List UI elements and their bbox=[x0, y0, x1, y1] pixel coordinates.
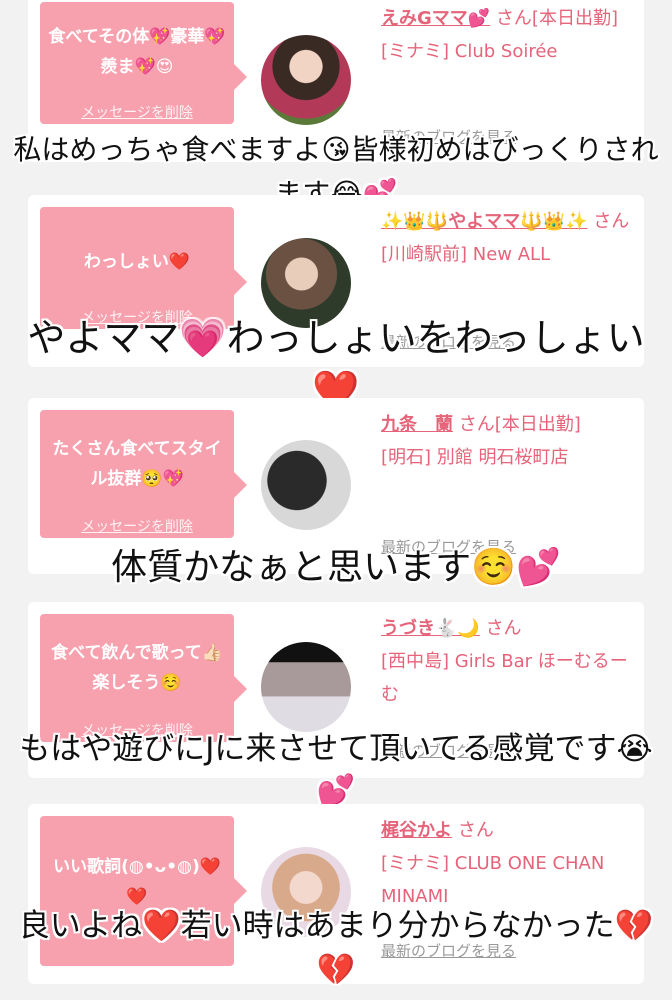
shop-name[interactable]: [ミナミ] CLUB ONE CHAN MINAMI bbox=[381, 853, 604, 907]
user-info: 梶谷かよ さん [ミナミ] CLUB ONE CHAN MINAMI bbox=[381, 814, 636, 913]
message-text: いい歌詞(◍•ᴗ•◍)❤️❤️ bbox=[53, 857, 221, 907]
shop-name[interactable]: [川崎駅前] New ALL bbox=[381, 244, 550, 265]
caption: 良いよね❤️若い時はあまり分からなかった💔💔 bbox=[18, 908, 654, 988]
user-status: さん bbox=[593, 211, 630, 232]
message-bubble: たくさん食べてスタイル抜群🥺💖 メッセージを削除 bbox=[40, 410, 247, 538]
shop-name[interactable]: [ミナミ] Club Soirée bbox=[381, 41, 557, 62]
message-bubble: わっしょい❤️ メッセージを削除 bbox=[40, 207, 247, 329]
user-status: さん bbox=[457, 820, 494, 841]
shop-name[interactable]: [明石] 別館 明石桜町店 bbox=[381, 447, 569, 468]
user-name-link[interactable]: ✨👑🔱やよママ🔱👑✨ bbox=[381, 211, 587, 232]
message-text: 食べて飲んで歌って👍🏻楽しそう☺️ bbox=[51, 643, 223, 693]
message-bubble: 食べてその体💖豪華💖羨ま💖😍 メッセージを削除 bbox=[40, 2, 247, 124]
delete-message-link[interactable]: メッセージを削除 bbox=[40, 102, 234, 122]
message-text: わっしょい❤️ bbox=[83, 252, 191, 272]
user-status: さん[本日出勤] bbox=[458, 414, 581, 435]
user-info: ✨👑🔱やよママ🔱👑✨ さん [川崎駅前] New ALL bbox=[381, 205, 636, 271]
user-name-link[interactable]: 九条 蘭 bbox=[381, 414, 453, 435]
user-info: 九条 蘭 さん[本日出勤] [明石] 別館 明石桜町店 bbox=[381, 408, 636, 474]
delete-message-link[interactable]: メッセージを削除 bbox=[40, 516, 234, 536]
avatar[interactable] bbox=[261, 440, 351, 530]
message-bubble: 食べて飲んで歌って👍🏻楽しそう☺️ メッセージを削除 bbox=[40, 614, 247, 742]
user-info: えみGママ💕 さん[本日出勤] [ミナミ] Club Soirée bbox=[381, 2, 636, 68]
avatar[interactable] bbox=[261, 642, 351, 732]
message-text: 食べてその体💖豪華💖羨ま💖😍 bbox=[48, 27, 226, 77]
caption: 体質かなぁと思います☺️💕 bbox=[111, 547, 561, 588]
avatar[interactable] bbox=[261, 35, 351, 125]
user-name-link[interactable]: うづき🐇🌙 bbox=[381, 618, 480, 639]
user-name-link[interactable]: えみGママ💕 bbox=[381, 8, 490, 29]
user-name-link[interactable]: 梶谷かよ bbox=[381, 820, 452, 841]
shop-name[interactable]: [西中島] Girls Bar ほーむるーむ bbox=[381, 651, 628, 705]
user-info: うづき🐇🌙 さん [西中島] Girls Bar ほーむるーむ bbox=[381, 612, 636, 711]
caption: もはや遊びにJに来させて頂いてる感覚です😭💕 bbox=[19, 731, 653, 809]
message-text: たくさん食べてスタイル抜群🥺💖 bbox=[52, 439, 222, 489]
user-status: さん[本日出勤] bbox=[495, 8, 618, 29]
user-status: さん bbox=[485, 618, 522, 639]
